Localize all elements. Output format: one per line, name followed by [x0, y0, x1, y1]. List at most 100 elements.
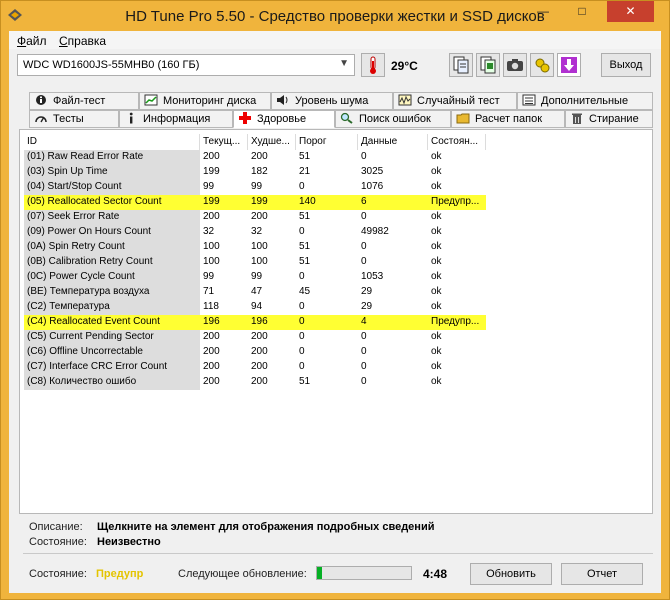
cell-threshold: 0 — [299, 331, 305, 342]
cell-worst: 200 — [251, 331, 268, 342]
cell-status: ok — [431, 346, 442, 357]
tab-noise-level[interactable]: Уровень шума — [271, 92, 393, 110]
maximize-button[interactable]: □ — [568, 1, 596, 22]
info-i-icon — [129, 112, 133, 124]
cell-status: ok — [431, 166, 442, 177]
col-data-header[interactable]: Данные — [358, 134, 428, 150]
app-window: HD Tune Pro 5.50 - Средство проверки жес… — [0, 0, 670, 600]
title-bar[interactable]: HD Tune Pro 5.50 - Средство проверки жес… — [1, 1, 669, 31]
cell-worst: 200 — [251, 376, 268, 387]
cell-status: ok — [431, 286, 442, 297]
options-button[interactable] — [530, 53, 554, 77]
tab-strip: Файл-тест Мониторинг диска Уровень шума … — [27, 92, 653, 130]
copy-table-button[interactable] — [476, 53, 500, 77]
col-current-header[interactable]: Текущ... — [200, 134, 248, 150]
tab-file-test[interactable]: Файл-тест — [29, 92, 139, 110]
table-row[interactable]: (01) Raw Read Error Rate 200 200 51 0 ok — [24, 150, 646, 165]
table-row[interactable]: (07) Seek Error Rate 200 200 51 0 ok — [24, 210, 646, 225]
table-row[interactable]: (C6) Offline Uncorrectable 200 200 0 0 ok — [24, 345, 646, 360]
cell-data: 0 — [361, 331, 367, 342]
tab-folder-usage[interactable]: Расчет папок — [451, 110, 565, 128]
table-row[interactable]: (09) Power On Hours Count 32 32 0 49982 ok — [24, 225, 646, 240]
cell-threshold: 0 — [296, 315, 358, 330]
cell-threshold: 0 — [299, 301, 305, 312]
col-threshold-header[interactable]: Порог — [296, 134, 358, 150]
cell-id: (C2) Температура — [24, 300, 200, 315]
status-badge: Предупр — [96, 568, 144, 580]
col-status-header[interactable]: Состоян... — [428, 134, 486, 150]
info-icon — [36, 95, 46, 105]
smart-table[interactable]: ID Текущ... Худше... Порог Данные Состоя… — [24, 134, 646, 390]
screenshot-button[interactable] — [503, 53, 527, 77]
cell-threshold: 51 — [299, 241, 311, 252]
table-row[interactable]: (BE) Температура воздуха 71 47 45 29 ok — [24, 285, 646, 300]
cell-worst: 196 — [248, 315, 296, 330]
table-row[interactable]: (04) Start/Stop Count 99 99 0 1076 ok — [24, 180, 646, 195]
cell-data: 29 — [361, 286, 373, 297]
tab-erase[interactable]: Стирание — [565, 110, 653, 128]
tab-benchmark[interactable]: Тесты — [29, 110, 119, 128]
cell-worst: 200 — [251, 151, 268, 162]
thermometer-icon — [370, 56, 376, 74]
tab-folder-usage-label: Расчет папок — [475, 113, 543, 125]
cell-worst: 99 — [251, 181, 263, 192]
cell-id: (C4) Reallocated Event Count — [24, 315, 200, 330]
cell-current: 71 — [203, 286, 215, 297]
save-button[interactable] — [557, 53, 581, 77]
table-row[interactable]: (0A) Spin Retry Count 100 100 51 0 ok — [24, 240, 646, 255]
menu-help[interactable]: Справка — [59, 34, 106, 48]
minimize-button[interactable]: — — [529, 1, 557, 22]
tab-disk-monitor-label: Мониторинг диска — [163, 95, 257, 107]
drive-select[interactable]: WDC WD1600JS-55MHB0 (160 ГБ) ▼ — [17, 54, 355, 76]
description-value: Щелкните на элемент для отображения подр… — [97, 521, 435, 533]
refresh-button[interactable]: Обновить — [470, 563, 552, 585]
cell-status: ok — [431, 331, 442, 342]
chart-icon — [144, 94, 158, 106]
col-id-header[interactable]: ID — [24, 134, 200, 150]
cell-current: 196 — [200, 315, 248, 330]
table-row[interactable]: (C5) Current Pending Sector 200 200 0 0 ok — [24, 330, 646, 345]
cell-status: ok — [431, 256, 442, 267]
cell-id: (C5) Current Pending Sector — [24, 330, 200, 345]
table-row[interactable]: (C8) Количество ошибо 200 200 51 0 ok — [24, 375, 646, 390]
table-row[interactable]: (0B) Calibration Retry Count 100 100 51 0 ok — [24, 255, 646, 270]
cell-threshold: 0 — [299, 226, 305, 237]
cell-id: (0B) Calibration Retry Count — [24, 255, 200, 270]
cell-threshold: 51 — [299, 211, 311, 222]
cell-threshold: 51 — [299, 376, 311, 387]
thermometer-button[interactable] — [361, 53, 385, 77]
cell-current: 32 — [203, 226, 215, 237]
tab-info[interactable]: Информация — [119, 110, 233, 128]
tab-disk-monitor[interactable]: Мониторинг диска — [139, 92, 271, 110]
cell-worst: 32 — [251, 226, 263, 237]
state-label: Состояние: — [29, 536, 87, 548]
cell-current: 99 — [203, 271, 215, 282]
cell-data: 0 — [361, 211, 367, 222]
col-worst-header[interactable]: Худше... — [248, 134, 296, 150]
cell-current: 118 — [203, 301, 219, 312]
table-row[interactable]: (05) Reallocated Sector Count 199 199 140 6 П… — [24, 195, 646, 210]
tab-error-scan[interactable]: Поиск ошибок — [335, 110, 451, 128]
cell-status: ok — [431, 226, 442, 237]
table-row[interactable]: (C4) Reallocated Event Count 196 196 0 4 Пред… — [24, 315, 646, 330]
cell-id: (0C) Power Cycle Count — [24, 270, 200, 285]
table-row[interactable]: (C7) Interface CRC Error Count 200 200 0 0 ok — [24, 360, 646, 375]
tab-extra-tests[interactable]: Дополнительные тесты — [517, 92, 653, 123]
tab-error-scan-label: Поиск ошибок — [359, 113, 431, 125]
cell-status: ok — [431, 361, 442, 372]
tab-health-label: Здоровье — [257, 113, 307, 125]
copy-text-button[interactable] — [449, 53, 473, 77]
tab-health[interactable]: Здоровье — [233, 110, 335, 128]
tab-random-test[interactable]: Случайный тест — [393, 92, 517, 110]
table-row[interactable]: (03) Spin Up Time 199 182 21 3025 ok — [24, 165, 646, 180]
cell-data: 4 — [358, 315, 428, 330]
folder-icon — [456, 113, 470, 124]
next-update-label: Следующее обновление: — [178, 568, 307, 580]
report-button[interactable]: Отчет — [561, 563, 643, 585]
exit-button[interactable]: Выход — [601, 53, 651, 77]
table-row[interactable]: (C2) Температура 118 94 0 29 ok — [24, 300, 646, 315]
table-row[interactable]: (0C) Power Cycle Count 99 99 0 1053 ok — [24, 270, 646, 285]
menu-file[interactable]: Файл — [17, 34, 47, 48]
download-icon — [561, 57, 577, 73]
close-button[interactable]: ✕ — [607, 1, 654, 22]
